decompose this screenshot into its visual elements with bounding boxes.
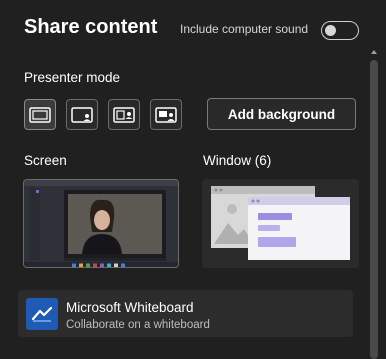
scrollbar-thumb[interactable]	[370, 60, 378, 359]
share-content-panel: Share content Include computer sound Pre…	[0, 0, 386, 359]
toggle-knob	[325, 24, 336, 36]
screen-thumbnail[interactable]	[23, 179, 179, 268]
whiteboard-icon	[26, 298, 58, 330]
window-preview-illustration	[211, 186, 350, 260]
window-thumbnail[interactable]	[202, 179, 359, 268]
presenter-mode-label: Presenter mode	[24, 70, 121, 85]
standout-icon	[71, 106, 93, 123]
scroll-up-arrow-icon[interactable]	[370, 48, 378, 56]
include-sound-label: Include computer sound	[180, 22, 309, 36]
screen-preview-image	[24, 180, 178, 267]
presenter-mode-side-by-side-button[interactable]	[108, 99, 140, 130]
presenter-mode-reporter-button[interactable]	[150, 99, 182, 130]
screen-label: Screen	[24, 153, 67, 168]
content-only-icon	[29, 106, 51, 123]
presenter-mode-content-only-button[interactable]	[24, 99, 56, 130]
presenter-mode-standout-button[interactable]	[66, 99, 98, 130]
side-by-side-icon	[113, 106, 135, 123]
whiteboard-subtitle: Collaborate on a whiteboard	[66, 319, 210, 331]
add-background-button[interactable]: Add background	[207, 98, 356, 130]
window-label: Window (6)	[203, 153, 272, 168]
include-sound-toggle[interactable]	[321, 21, 359, 40]
microsoft-whiteboard-item[interactable]: Microsoft Whiteboard Collaborate on a wh…	[18, 290, 353, 337]
whiteboard-title: Microsoft Whiteboard	[66, 300, 194, 315]
panel-title: Share content	[24, 16, 158, 38]
reporter-icon	[155, 106, 177, 123]
